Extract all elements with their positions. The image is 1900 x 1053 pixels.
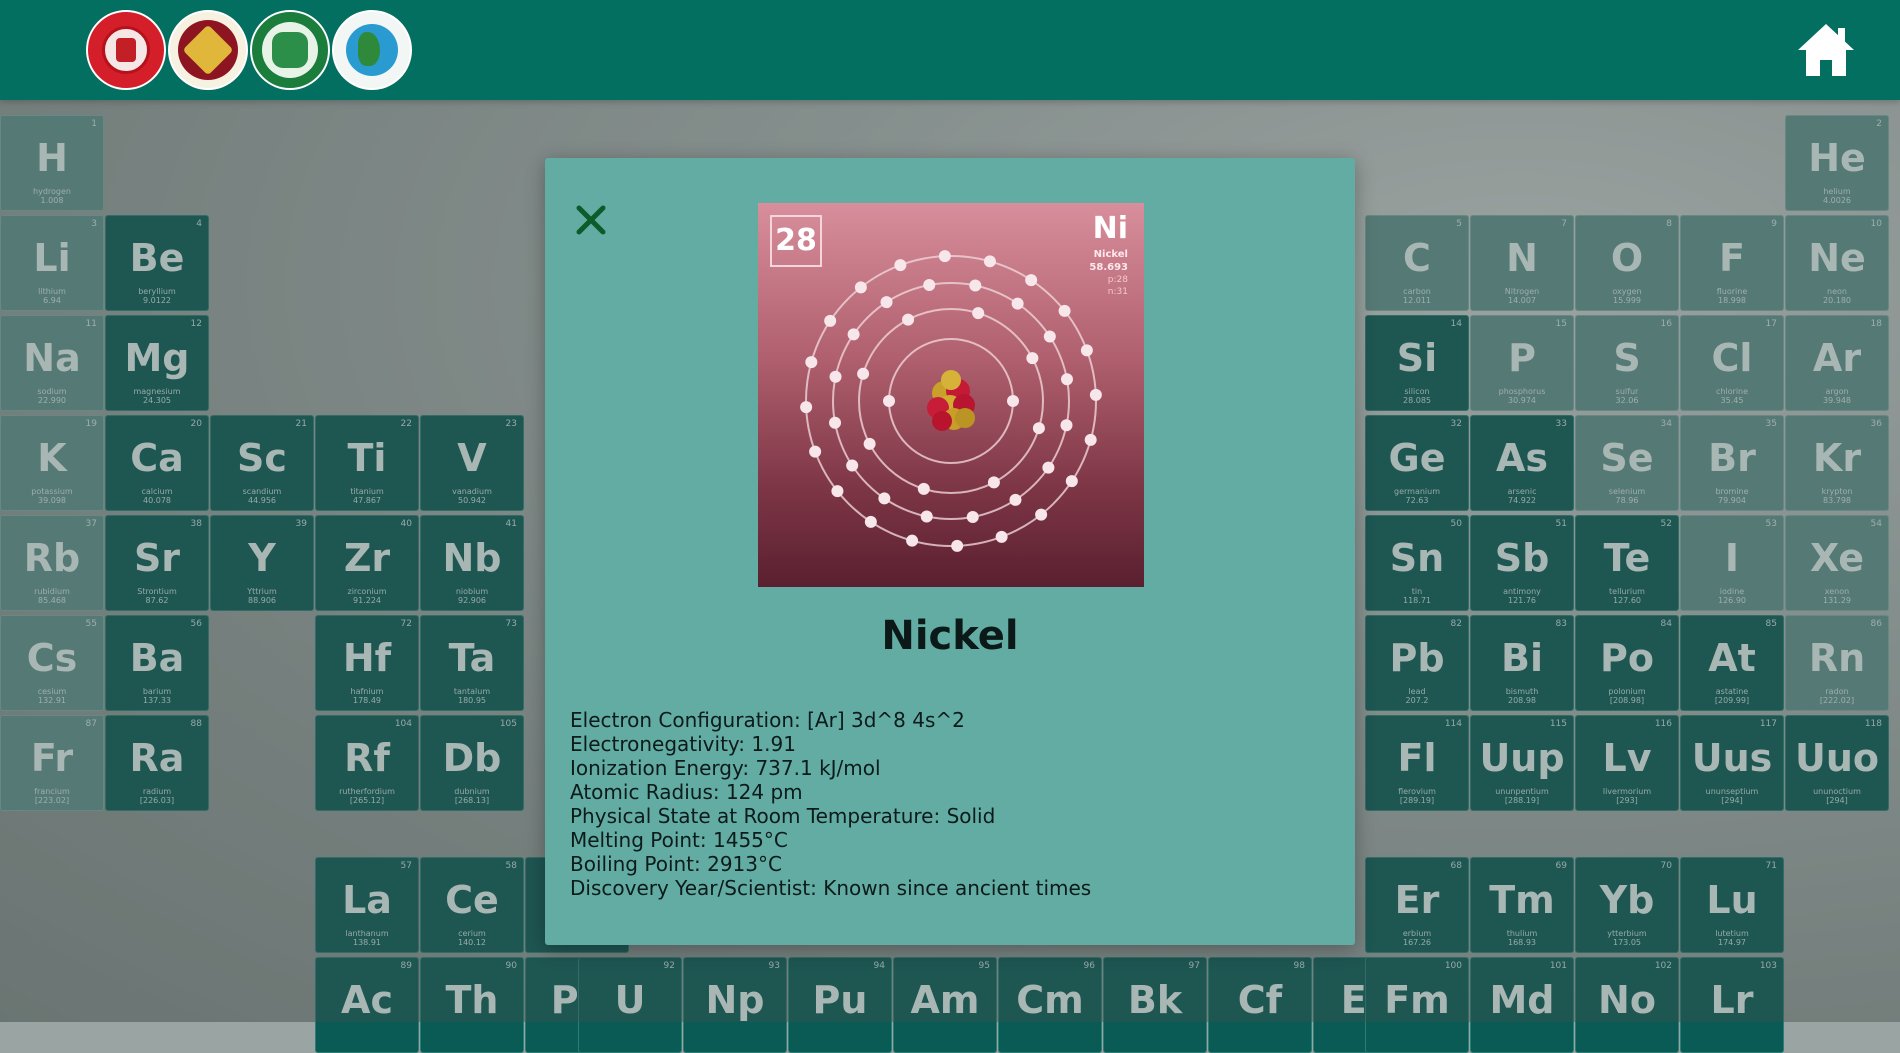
electron	[878, 492, 891, 505]
electronegativity: Electronegativity: 1.91	[570, 732, 796, 756]
electron	[972, 307, 985, 320]
electron	[1011, 297, 1024, 310]
electron	[1084, 433, 1097, 446]
ionization-energy: Ionization Energy: 737.1 kJ/mol	[570, 756, 881, 780]
electron	[1058, 304, 1071, 317]
electron	[805, 356, 818, 369]
electron	[864, 515, 877, 528]
electron	[906, 534, 919, 547]
close-icon[interactable]	[571, 200, 611, 240]
electron	[920, 510, 933, 523]
melting-point: Melting Point: 1455°C	[570, 828, 788, 852]
element-detail-modal: 28 Ni Nickel 58.693 p:28 n:31 Nickel Ele…	[545, 158, 1355, 945]
electron	[1065, 475, 1078, 488]
image-symbol: Ni	[1092, 211, 1128, 246]
electron	[1042, 461, 1055, 474]
element-atom-image: 28 Ni Nickel 58.693 p:28 n:31	[758, 203, 1144, 587]
electron	[969, 279, 982, 292]
electron	[1007, 395, 1019, 407]
electron	[829, 416, 842, 429]
electron	[983, 255, 996, 268]
electron	[1009, 493, 1022, 506]
electron	[902, 313, 915, 326]
university-seal-logo	[86, 10, 166, 90]
electron	[854, 281, 867, 294]
electron	[987, 476, 1000, 489]
element-title: Nickel	[881, 613, 1019, 659]
electron	[1080, 344, 1093, 357]
electron	[829, 370, 842, 383]
atomic-number-box: 28	[770, 215, 822, 267]
electron	[894, 259, 907, 272]
logo-group	[86, 10, 412, 90]
electron	[880, 296, 893, 309]
electron	[938, 250, 951, 263]
electron	[995, 530, 1008, 543]
electron	[966, 510, 979, 523]
electron	[951, 539, 964, 552]
electron	[800, 401, 813, 414]
electron	[1060, 373, 1073, 386]
boiling-point: Boiling Point: 2913°C	[570, 852, 782, 876]
electron	[863, 437, 876, 450]
electron	[1035, 508, 1048, 521]
electron	[883, 395, 895, 407]
electron	[846, 459, 859, 472]
college-of-engineering-seal-logo	[168, 10, 248, 90]
electron	[857, 367, 870, 380]
discovery-info: Discovery Year/Scientist: Known since an…	[570, 876, 1092, 900]
electron	[917, 482, 930, 495]
electron	[1032, 422, 1045, 435]
physical-state: Physical State at Room Temperature: Soli…	[570, 804, 996, 828]
electron	[1026, 352, 1039, 365]
electron	[923, 279, 936, 292]
electron	[809, 445, 822, 458]
image-mass: 58.693	[1089, 262, 1128, 273]
element-properties: Electron Configuration: [Ar] 3d^8 4s^2 E…	[570, 708, 1091, 900]
electron	[1043, 330, 1056, 343]
electron	[1025, 274, 1038, 287]
electron	[1060, 419, 1073, 432]
image-neutrons: n:31	[1107, 287, 1128, 297]
atomic-radius: Atomic Radius: 124 pm	[570, 780, 803, 804]
department-seal-logo	[250, 10, 330, 90]
electron	[831, 485, 844, 498]
electron	[1089, 388, 1102, 401]
image-name: Nickel	[1093, 249, 1128, 260]
home-icon[interactable]	[1796, 22, 1856, 78]
environmental-society-seal-logo	[332, 10, 412, 90]
top-bar	[0, 0, 1900, 100]
image-protons: p:28	[1107, 275, 1128, 285]
electron	[824, 314, 837, 327]
electron	[847, 328, 860, 341]
electron-configuration: Electron Configuration: [Ar] 3d^8 4s^2	[570, 708, 965, 732]
